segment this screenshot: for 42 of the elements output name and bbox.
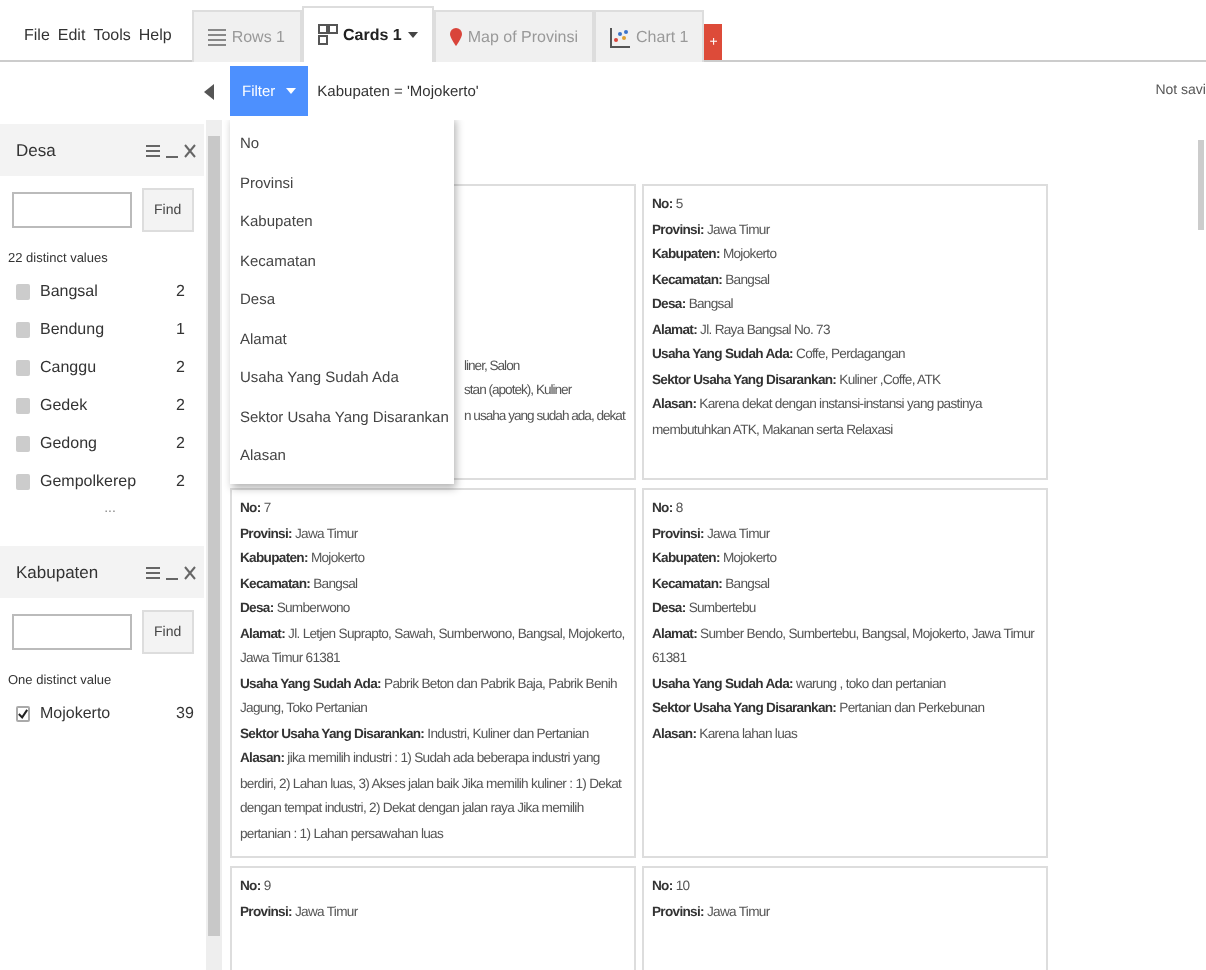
search-field[interactable]: [12, 192, 132, 228]
close-icon[interactable]: [184, 565, 196, 579]
checkbox[interactable]: [16, 321, 30, 337]
scrollbar[interactable]: [206, 120, 222, 970]
facet-count: 2: [176, 282, 187, 300]
facet-count: 2: [176, 434, 187, 452]
facet-count: 39: [176, 704, 196, 722]
checkbox[interactable]: [16, 359, 30, 375]
scatter-chart-icon: [610, 27, 631, 47]
menu-item[interactable]: File: [24, 26, 50, 60]
menu-item[interactable]: Edit: [57, 26, 86, 60]
facet-count: 1: [176, 320, 187, 338]
facet-title: Desa: [16, 140, 58, 160]
menu-icon[interactable]: [146, 565, 160, 579]
menu-item[interactable]: Help: [138, 26, 172, 60]
facet-value[interactable]: Bangsal: [40, 282, 176, 300]
menu-icon[interactable]: [146, 143, 160, 157]
menu-item[interactable]: Tools: [93, 26, 131, 60]
facet-value[interactable]: Gempolkerep: [40, 472, 176, 490]
caret-icon: [285, 88, 296, 94]
facet-count: 2: [176, 396, 187, 414]
cards-icon: [317, 24, 338, 46]
search-field[interactable]: [12, 614, 132, 650]
list-icon: [207, 28, 226, 46]
facet-count: 2: [176, 358, 187, 376]
checkbox[interactable]: [16, 435, 30, 451]
tab[interactable]: Cards 1: [301, 6, 434, 62]
facet-value[interactable]: Bendung: [40, 320, 176, 338]
facet-value[interactable]: Gedek: [40, 396, 176, 414]
checkbox[interactable]: [16, 705, 30, 721]
facet-value[interactable]: Gedong: [40, 434, 176, 452]
close-icon[interactable]: [184, 143, 196, 157]
checkbox[interactable]: [16, 283, 30, 299]
facet-value[interactable]: Canggu: [40, 358, 176, 376]
facet-title: Kabupaten: [16, 562, 101, 582]
facet-value[interactable]: Mojokerto: [40, 704, 176, 722]
facet-count: 2: [176, 472, 187, 490]
caret-icon: [407, 32, 418, 38]
map-pin-icon: [449, 28, 462, 46]
collapse-arrow-icon: [204, 83, 214, 99]
checkbox[interactable]: [16, 473, 30, 489]
checkbox[interactable]: [16, 397, 30, 413]
